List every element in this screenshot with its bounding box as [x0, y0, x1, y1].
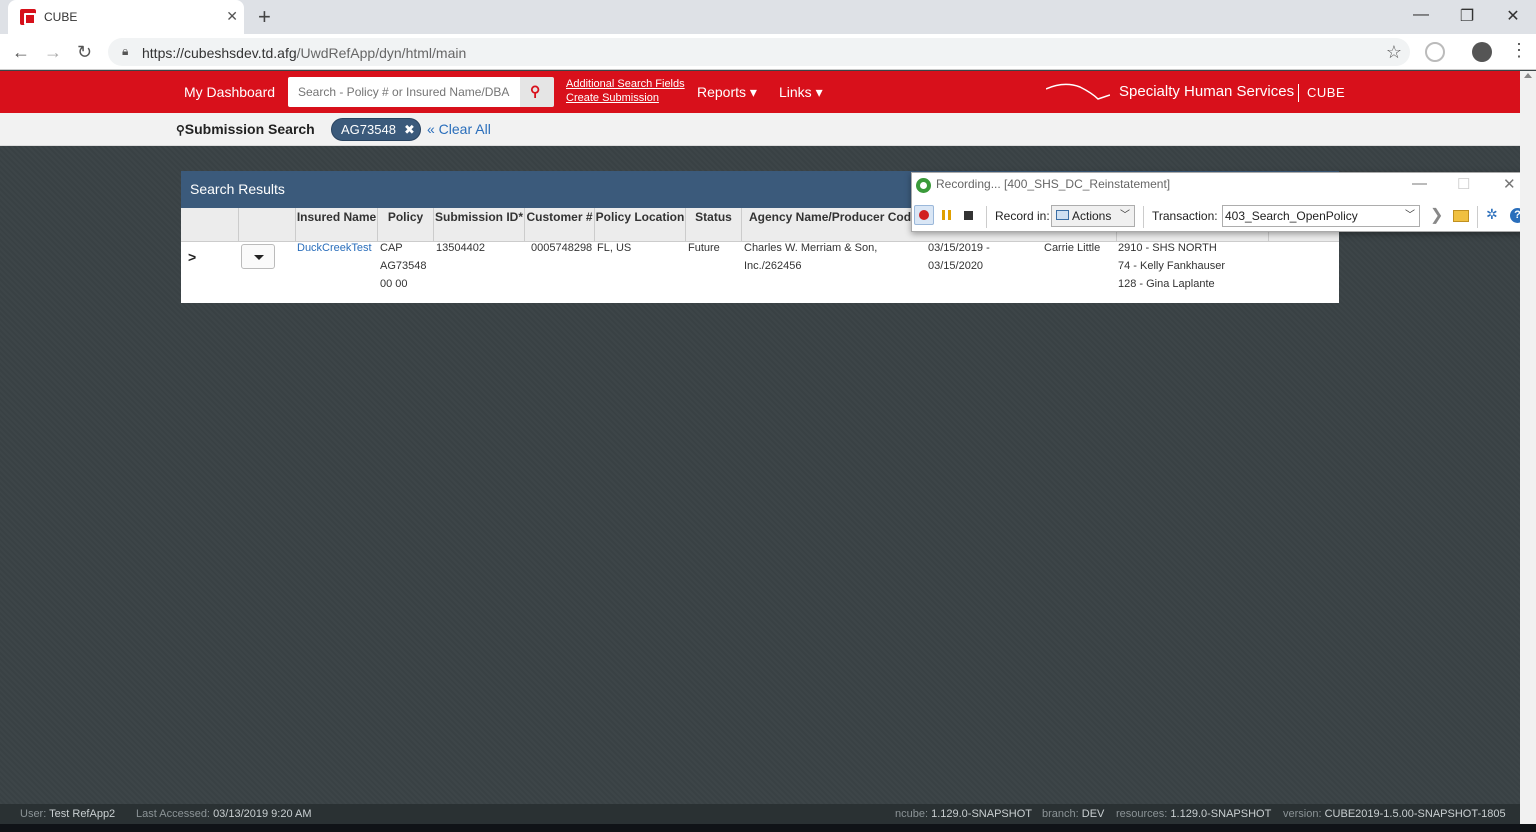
toolbar-divider [986, 206, 987, 228]
status-cell: Future [688, 242, 720, 254]
minimize-window-icon[interactable]: — [1398, 6, 1444, 24]
tab-title: CUBE [44, 10, 78, 24]
remove-filter-icon[interactable]: ✖ [404, 119, 415, 141]
recorder-window: Recording... [400_SHS_DC_Reinstatement] … [911, 172, 1531, 232]
brand-name: Specialty Human Services [1119, 83, 1295, 100]
browser-tab-bar: CUBE ✕ + — ❐ ✕ [0, 0, 1536, 34]
extension-icon[interactable] [1425, 42, 1445, 62]
search-criteria-bar: ⚲Submission Search AG73548 ✖ « Clear All [0, 113, 1520, 146]
center-territory-cell: 2910 - SHS NORTH 74 - Kelly Fankhauser 1… [1118, 242, 1225, 290]
new-tab-icon[interactable]: + [258, 4, 271, 30]
close-window-icon[interactable]: ✕ [1490, 6, 1536, 26]
recorder-title: Recording... [400_SHS_DC_Reinstatement] [936, 177, 1171, 191]
settings-icon[interactable]: ✲ [1486, 206, 1500, 222]
close-tab-icon[interactable]: ✕ [226, 8, 238, 25]
toolbar-divider [1477, 206, 1478, 228]
recorder-close-icon[interactable]: ✕ [1503, 175, 1516, 193]
policy-search-input[interactable] [288, 77, 520, 107]
results-title: Search Results [190, 181, 285, 197]
address-bar[interactable]: 🔒︎ https://cubeshsdev.td.afg/UwdRefApp/d… [108, 38, 1410, 66]
recorder-minimize-icon[interactable]: — [1412, 175, 1427, 192]
recorder-toolbar: Record in: Actions ﹀ Transaction: 403_Se… [912, 202, 1530, 232]
profile-icon[interactable] [1472, 42, 1492, 62]
underwriter-cell: Carrie Little [1044, 242, 1101, 254]
stop-icon[interactable] [962, 208, 976, 222]
search-icon: ⚲ [530, 83, 541, 99]
filter-chip[interactable]: AG73548 ✖ [331, 118, 421, 141]
page-title: ⚲Submission Search [176, 121, 315, 137]
folder-icon [1056, 210, 1069, 220]
col-insured-name[interactable]: Insured Name [295, 208, 377, 242]
expand-row-chevron-icon[interactable]: > [188, 249, 196, 265]
os-taskbar [0, 824, 1536, 832]
chevron-down-icon: ﹀ [1120, 210, 1130, 221]
transaction-select[interactable]: 403_Search_OpenPolicy ﹀ [1222, 205, 1420, 227]
customer-cell: 0005748298 [531, 242, 593, 254]
col-actions [238, 208, 295, 242]
record-in-select[interactable]: Actions ﹀ [1051, 205, 1135, 227]
brand-product: CUBE [1307, 85, 1346, 100]
col-expand [181, 208, 238, 242]
submission-id-cell: 13504402 [436, 242, 485, 254]
insured-name-cell[interactable]: DuckCreekTest [297, 239, 372, 257]
lock-icon: 🔒︎ [122, 44, 129, 58]
next-arrow-icon[interactable]: ❯ [1430, 205, 1444, 224]
search-button[interactable]: ⚲ [520, 77, 554, 107]
chevron-down-icon: ﹀ [1405, 210, 1415, 221]
recorder-maximize-icon[interactable]: ☐ [1457, 175, 1470, 193]
user-info: User: Test RefApp2 [20, 808, 116, 820]
scroll-up-icon[interactable] [1524, 73, 1532, 78]
record-in-label: Record in: [995, 209, 1050, 223]
branch-info: branch: DEV [1042, 808, 1105, 820]
col-policy-location[interactable]: Policy Location [594, 208, 685, 242]
row-actions-dropdown[interactable] [241, 244, 275, 269]
reload-icon[interactable]: ↻ [77, 42, 92, 63]
restore-window-icon[interactable]: ❐ [1444, 6, 1490, 26]
reports-menu[interactable]: Reports ▾ [697, 84, 757, 101]
agency-cell: Charles W. Merriam & Son, Inc./262456 [744, 242, 878, 272]
clear-all-link[interactable]: « Clear All [427, 121, 491, 137]
status-bar: User: Test RefApp2 Last Accessed: 03/13/… [0, 804, 1520, 824]
page-scrollbar[interactable] [1520, 71, 1536, 824]
open-folder-icon[interactable] [1453, 210, 1469, 222]
col-customer[interactable]: Customer # [524, 208, 594, 242]
pause-icon[interactable] [940, 208, 954, 222]
my-dashboard-link[interactable]: My Dashboard [184, 84, 275, 100]
additional-search-fields-link[interactable]: Additional Search Fields [566, 78, 685, 90]
location-cell: FL, US [597, 242, 632, 254]
recorder-logo-icon [916, 178, 931, 193]
brand-swoosh-logo [1046, 83, 1110, 100]
brand-divider [1298, 84, 1299, 102]
links-menu[interactable]: Links ▾ [779, 84, 823, 101]
url-text[interactable]: https://cubeshsdev.td.afg/UwdRefApp/dyn/… [142, 45, 466, 61]
back-icon[interactable]: ← [12, 42, 30, 63]
bookmark-star-icon[interactable]: ☆ [1386, 42, 1402, 63]
policy-cell: CAP AG73548 00 00 [380, 242, 427, 290]
magnifier-icon: ⚲ [176, 123, 185, 137]
browser-toolbar: ← → ↻ 🔒︎ https://cubeshsdev.td.afg/UwdRe… [0, 34, 1536, 70]
last-accessed-info: Last Accessed: 03/13/2019 9:20 AM [136, 808, 312, 820]
ncube-version: ncube: 1.129.0-SNAPSHOT [895, 808, 1032, 820]
toolbar-divider [1143, 206, 1144, 228]
menu-kebab-icon[interactable]: ⋮ [1510, 40, 1528, 61]
col-policy[interactable]: Policy [377, 208, 433, 242]
app-header: My Dashboard ⚲ Additional Search Fields … [0, 71, 1520, 113]
resources-version: resources: 1.129.0-SNAPSHOT [1116, 808, 1272, 820]
app-version: version: CUBE2019-1.5.00-SNAPSHOT-1805 [1283, 808, 1506, 820]
policy-dates-cell: 03/15/2019 - 03/15/2020 [928, 242, 990, 272]
record-button[interactable] [914, 205, 934, 225]
transaction-label: Transaction: [1152, 209, 1218, 223]
forward-icon[interactable]: → [44, 42, 62, 63]
col-status[interactable]: Status [685, 208, 741, 242]
cube-favicon-icon [20, 9, 36, 25]
record-dot-icon [919, 210, 929, 220]
browser-tab[interactable]: CUBE ✕ [8, 0, 244, 34]
col-agency[interactable]: Agency Name/Producer Cod [741, 208, 923, 242]
create-submission-link[interactable]: Create Submission [566, 92, 659, 104]
col-submission-id[interactable]: Submission ID* [433, 208, 524, 242]
